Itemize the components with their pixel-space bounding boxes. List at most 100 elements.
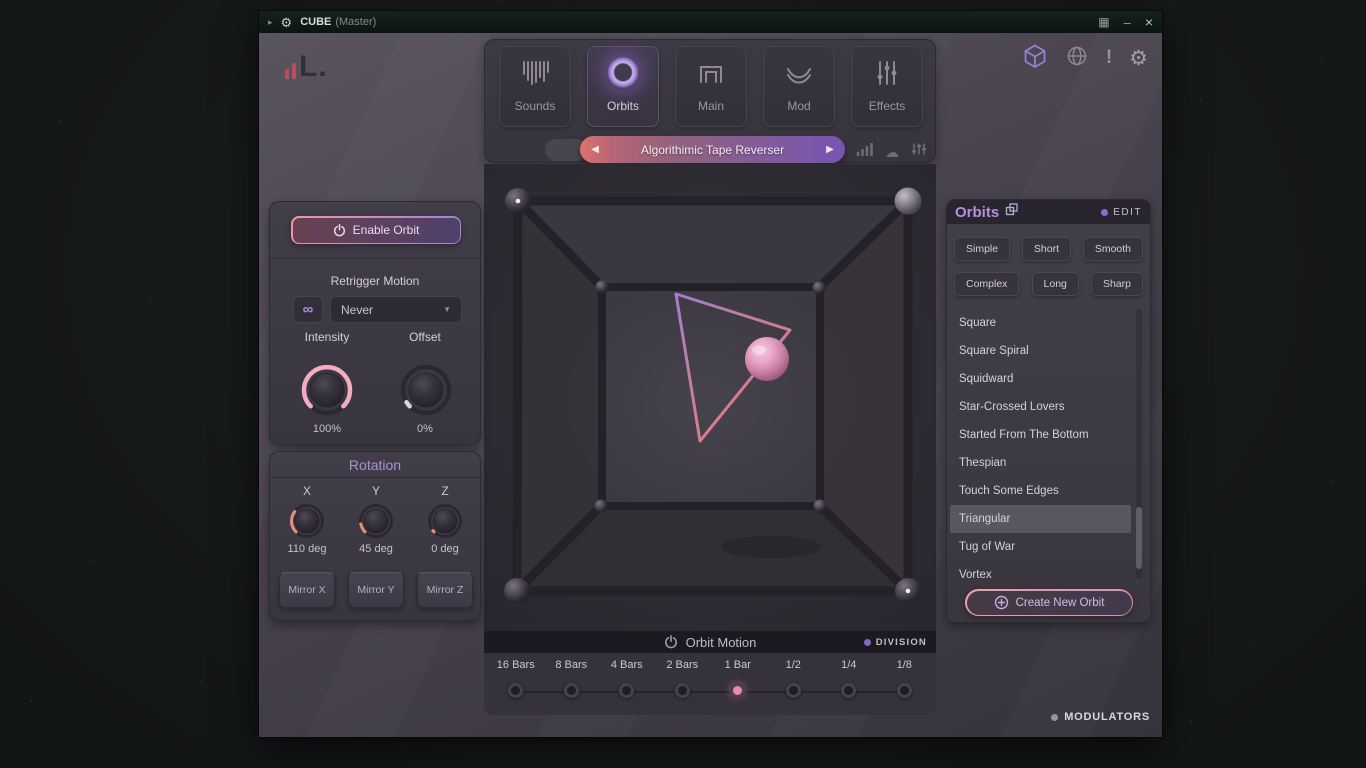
plugin-menu-gear-icon[interactable]: ⚙ <box>281 16 293 29</box>
division-radio[interactable] <box>785 683 801 698</box>
division-option-label: 1/2 <box>785 659 801 671</box>
preset-selector[interactable]: ◀ Algorithimic Tape Reverser ▶ <box>580 136 845 163</box>
retrigger-dropdown[interactable]: Never ▼ <box>330 296 462 323</box>
orbits-panel-title: Orbits <box>955 203 1000 221</box>
division-radio-selected[interactable] <box>730 683 746 698</box>
orbit-list-item[interactable]: Touch Some Edges <box>950 477 1131 505</box>
division-radio[interactable] <box>563 683 579 698</box>
tab-sounds[interactable]: Sounds <box>499 46 571 127</box>
intensity-knob[interactable] <box>299 362 355 418</box>
mixer-icon[interactable] <box>911 142 927 161</box>
division-option-label: 1/4 <box>841 659 857 671</box>
orbit-list-item[interactable]: Square <box>950 309 1131 337</box>
division-option-label: 16 Bars <box>496 659 535 671</box>
filter-simple[interactable]: Simple <box>954 237 1011 261</box>
create-new-orbit-button[interactable]: Create New Orbit <box>966 590 1132 615</box>
division-1-2[interactable]: 1/2 <box>766 653 822 715</box>
cloud-icon[interactable]: ☁ <box>885 145 899 159</box>
rotation-z-value: 0 deg <box>431 543 459 555</box>
effects-icon <box>870 47 904 99</box>
orbit-list-item[interactable]: Tug of War <box>950 533 1131 561</box>
division-1-8[interactable]: 1/8 <box>877 653 933 715</box>
close-button[interactable]: × <box>1145 14 1153 30</box>
window-titlebar[interactable]: ▸ ⚙ CUBE (Master) ▦ – × <box>259 11 1162 33</box>
orbit-list-item-selected[interactable]: Triangular <box>950 505 1131 533</box>
orbit-list-item[interactable]: Vortex <box>950 561 1131 579</box>
division-1-bar[interactable]: 1 Bar <box>710 653 766 715</box>
orbit-list-item[interactable]: Started From The Bottom <box>950 421 1131 449</box>
power-icon[interactable] <box>664 635 678 649</box>
orbit-list-item[interactable]: Square Spiral <box>950 337 1131 365</box>
orbit-3d-view[interactable] <box>484 164 936 631</box>
division-radio[interactable] <box>896 683 912 698</box>
division-1-4[interactable]: 1/4 <box>821 653 877 715</box>
modulators-label: MODULATORS <box>1064 711 1150 723</box>
mirror-y-button[interactable]: Mirror Y <box>348 572 404 608</box>
tab-mod[interactable]: Mod <box>763 46 835 127</box>
main-nav-panel: Sounds Orbits Main Mod Effects ◀ Algorit… <box>484 39 936 163</box>
orbit-list-item[interactable]: Squidward <box>950 365 1131 393</box>
mirror-x-button[interactable]: Mirror X <box>279 572 335 608</box>
preset-prev-arrow-icon[interactable]: ◀ <box>580 144 610 155</box>
division-2-bars[interactable]: 2 Bars <box>655 653 711 715</box>
division-radio[interactable] <box>841 683 857 698</box>
division-8-bars[interactable]: 8 Bars <box>544 653 600 715</box>
orbit-power-icon <box>333 223 345 236</box>
logo-text: L. <box>299 50 328 83</box>
plugin-window: ▸ ⚙ CUBE (Master) ▦ – × L. ! ⚙ Sounds Or… <box>258 10 1163 738</box>
tab-orbits[interactable]: Orbits <box>587 46 659 127</box>
mirror-z-button[interactable]: Mirror Z <box>417 572 473 608</box>
division-option-label: 1 Bar <box>724 659 751 671</box>
edit-button[interactable]: EDIT <box>1113 207 1142 218</box>
rotation-y-label: Y <box>371 484 380 498</box>
division-option-label: 2 Bars <box>666 659 699 671</box>
detach-grid-icon[interactable]: ▦ <box>1098 15 1109 29</box>
division-radio[interactable] <box>508 683 524 698</box>
tab-label: Main <box>697 99 724 113</box>
orbit-motion-title: Orbit Motion <box>685 634 757 650</box>
preset-name[interactable]: Algorithimic Tape Reverser <box>610 143 815 157</box>
minimize-button[interactable]: – <box>1124 15 1131 30</box>
filter-complex[interactable]: Complex <box>954 272 1020 296</box>
enable-orbit-button[interactable]: Enable Orbit <box>292 217 460 243</box>
layers-icon[interactable] <box>1005 203 1019 221</box>
list-scrollbar-thumb[interactable] <box>1136 507 1142 569</box>
division-label[interactable]: DIVISION <box>876 637 927 648</box>
orbit-list-item[interactable]: Thespian <box>950 449 1131 477</box>
rotation-y-knob[interactable] <box>357 502 395 540</box>
rotation-z-knob[interactable] <box>426 502 464 540</box>
mod-icon <box>782 47 816 99</box>
modulators-toggle[interactable]: MODULATORS <box>1051 711 1150 723</box>
header-icon-row: ! ⚙ <box>1022 43 1148 73</box>
orbits-icon <box>606 47 640 99</box>
orbit-ball[interactable] <box>745 337 789 381</box>
preset-next-arrow-icon[interactable]: ▶ <box>815 144 845 155</box>
tab-label: Sounds <box>514 99 556 113</box>
tab-main[interactable]: Main <box>675 46 747 127</box>
orbit-controls-panel: Enable Orbit Retrigger Motion ∞ Never ▼ … <box>269 201 481 445</box>
division-4-bars[interactable]: 4 Bars <box>599 653 655 715</box>
filter-short[interactable]: Short <box>1021 237 1072 261</box>
divider <box>271 258 479 260</box>
filter-smooth[interactable]: Smooth <box>1082 237 1143 261</box>
division-16-bars[interactable]: 16 Bars <box>488 653 544 715</box>
intensity-value: 100% <box>312 423 342 435</box>
infinity-loop-button[interactable]: ∞ <box>293 296 323 323</box>
retrigger-motion-label: Retrigger Motion <box>330 274 420 288</box>
cube-3d-icon[interactable] <box>1022 43 1048 74</box>
alert-icon[interactable]: ! <box>1106 47 1112 69</box>
tab-effects[interactable]: Effects <box>851 46 923 127</box>
enable-orbit-label: Enable Orbit <box>352 223 420 237</box>
orbit-list-item[interactable]: Star-Crossed Lovers <box>950 393 1131 421</box>
filter-long[interactable]: Long <box>1031 272 1079 296</box>
offset-knob[interactable] <box>398 362 454 418</box>
division-radio[interactable] <box>674 683 690 698</box>
globe-icon[interactable] <box>1065 44 1089 73</box>
division-radio[interactable] <box>619 683 635 698</box>
rotation-z-label: Z <box>441 484 449 498</box>
levels-icon[interactable] <box>855 142 873 161</box>
window-expand-icon[interactable]: ▸ <box>268 17 273 28</box>
filter-sharp[interactable]: Sharp <box>1090 272 1143 296</box>
settings-gear-icon[interactable]: ⚙ <box>1129 48 1148 69</box>
rotation-x-knob[interactable] <box>288 502 326 540</box>
